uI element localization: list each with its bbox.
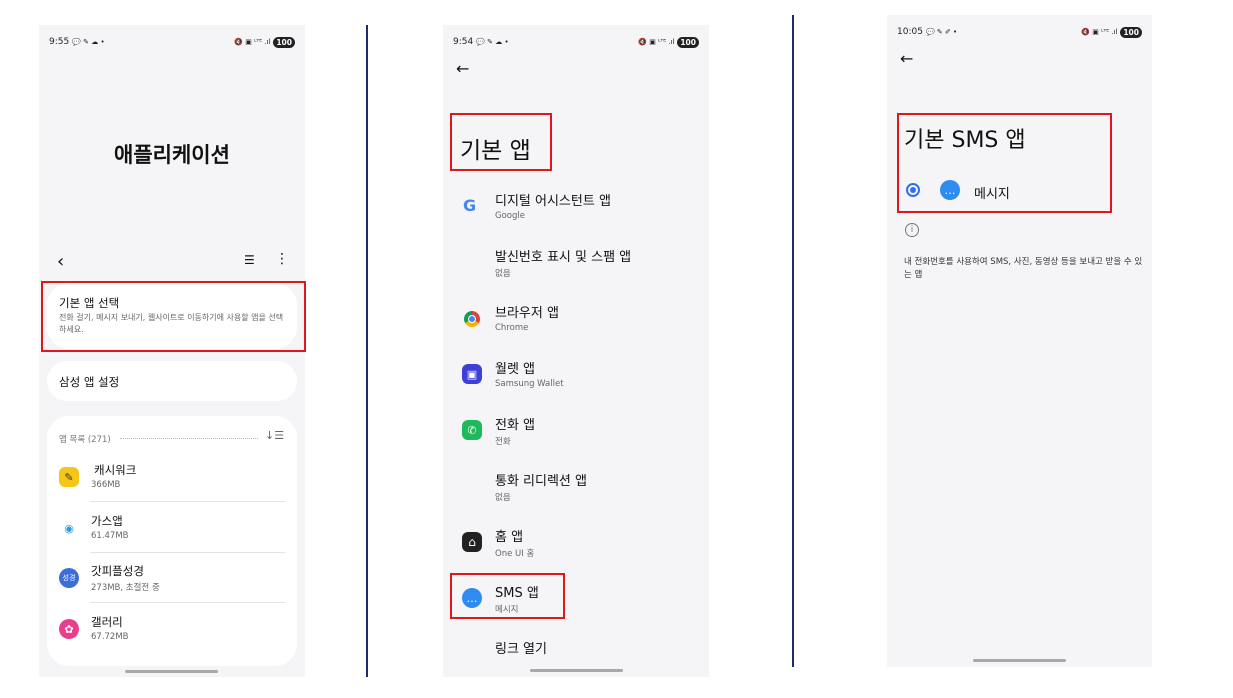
google-icon: G [463, 196, 477, 215]
item-title: 홈 앱 [495, 530, 524, 545]
notification-icons: 💬 ✎ ☁ • [72, 38, 105, 46]
item-title: 월렛 앱 [495, 362, 536, 377]
home-indicator [973, 659, 1066, 662]
info-text: 내 전화번호를 사용하여 SMS, 사진, 동영상 등을 보내고 받을 수 있는… [904, 257, 1143, 280]
item-sub: 전화 [495, 437, 511, 447]
search-list-icon[interactable]: ☰ [244, 253, 255, 267]
status-time: 9:54 [453, 37, 474, 47]
app-size: 67.72MB [91, 632, 129, 642]
notification-icons: 💬 ✎ ☁ • [476, 38, 509, 46]
status-bar: 9:54 💬 ✎ ☁ • 🔇 ▣ ᴸᵀᴱ .ıl 100 [453, 35, 699, 49]
sort-icon[interactable]: ↓☰ [265, 429, 284, 442]
highlight-default-apps [41, 281, 306, 352]
item-title: 디지털 어시스턴트 앱 [495, 194, 611, 209]
item-sub: 없음 [495, 493, 511, 503]
battery-icon: 100 [677, 36, 699, 48]
list-item-gallery[interactable]: ✿ 갤러리 67.72MB [59, 614, 285, 646]
list-item-open-links[interactable]: 링크 열기 [460, 638, 700, 658]
divider [90, 602, 285, 603]
app-name: 갓피플성경 [91, 564, 144, 578]
separator-line [366, 25, 368, 677]
more-options-icon[interactable]: ⋮ [275, 251, 289, 267]
app-list-header: 앱 목록 (271) [59, 435, 111, 445]
highlight-sms-selection [897, 113, 1112, 213]
list-item-wallet[interactable]: ▣ 월렛 앱 Samsung Wallet [460, 358, 700, 394]
list-item-caller-id-spam[interactable]: 발신번호 표시 및 스팸 앱 없음 [460, 246, 700, 282]
highlight-sms-app [450, 573, 565, 619]
item-title: 발신번호 표시 및 스팸 앱 [495, 250, 632, 265]
item-title: 브라우저 앱 [495, 306, 559, 321]
list-item-home[interactable]: ⌂ 홈 앱 One UI 홈 [460, 526, 700, 562]
item-sub: Samsung Wallet [495, 379, 564, 389]
app-name: 갤러리 [91, 615, 123, 629]
list-item-phone[interactable]: ✆ 전화 앱 전화 [460, 414, 700, 450]
status-time: 9:55 [49, 37, 70, 47]
app-name: 캐시워크 [94, 463, 137, 477]
home-indicator [530, 669, 623, 672]
info-icon: i [905, 223, 919, 237]
notification-icons: 💬 ✎ ✐ • [925, 28, 958, 36]
signal-icons: 🔇 ▣ ᴸᵀᴱ .ıl [638, 38, 675, 46]
cashwalk-icon: ✎ [59, 467, 79, 487]
list-item-browser[interactable]: 브라우저 앱 Chrome [460, 302, 700, 338]
page-title: 애플리케이션 [114, 143, 230, 167]
list-item-gasapp[interactable]: ◉ 가스앱 61.47MB [59, 513, 285, 545]
home-icon: ⌂ [462, 532, 482, 552]
list-item-cashwalk[interactable]: ✎ 캐시워크 366MB [59, 462, 285, 494]
signal-icons: 🔇 ▣ ᴸᵀᴱ .ıl [234, 38, 271, 46]
phone-icon: ✆ [462, 420, 482, 440]
gasapp-icon: ◉ [59, 518, 79, 538]
app-size: 61.47MB [91, 531, 129, 541]
samsung-app-settings[interactable]: 삼성 앱 설정 [47, 361, 297, 401]
separator-line [792, 15, 794, 667]
highlight-page-title [450, 113, 552, 171]
home-indicator [125, 670, 218, 673]
chrome-icon [464, 311, 480, 327]
bible-icon: 성경 [59, 568, 79, 588]
item-title: 통화 리디렉션 앱 [495, 474, 587, 489]
back-button[interactable]: ‹ [57, 251, 64, 272]
back-arrow-icon[interactable]: ← [456, 59, 469, 78]
status-bar: 10:05 💬 ✎ ✐ • 🔇 ▣ ᴸᵀᴱ .ıl 100 [897, 25, 1142, 39]
divider [90, 552, 285, 553]
status-bar: 9:55 💬 ✎ ☁ • 🔇 ▣ ᴸᵀᴱ .ıl 100 [49, 35, 295, 49]
list-item-digital-assistant[interactable]: G 디지털 어시스턴트 앱 Google [460, 190, 700, 226]
back-arrow-icon[interactable]: ← [900, 49, 913, 68]
list-item-call-redirect[interactable]: 통화 리디렉션 앱 없음 [460, 470, 700, 506]
item-sub: One UI 홈 [495, 549, 535, 559]
item-title: 전화 앱 [495, 418, 536, 433]
item-title: 링크 열기 [495, 642, 547, 657]
header-dotted-line [120, 438, 258, 439]
battery-icon: 100 [273, 36, 295, 48]
item-sub: Chrome [495, 323, 529, 333]
wallet-icon: ▣ [462, 364, 482, 384]
app-name: 가스앱 [91, 514, 123, 528]
battery-icon: 100 [1120, 26, 1142, 38]
app-size: 273MB, 초절전 중 [91, 583, 160, 593]
item-sub: 없음 [495, 269, 511, 279]
divider [90, 501, 285, 502]
samsung-app-settings-label: 삼성 앱 설정 [59, 375, 120, 389]
app-size: 366MB [91, 480, 121, 490]
signal-icons: 🔇 ▣ ᴸᵀᴱ .ıl [1081, 28, 1118, 36]
item-sub: Google [495, 211, 525, 221]
status-time: 10:05 [897, 27, 923, 37]
gallery-icon: ✿ [59, 619, 79, 639]
list-item-godpeople-bible[interactable]: 성경 갓피플성경 273MB, 초절전 중 [59, 563, 285, 595]
